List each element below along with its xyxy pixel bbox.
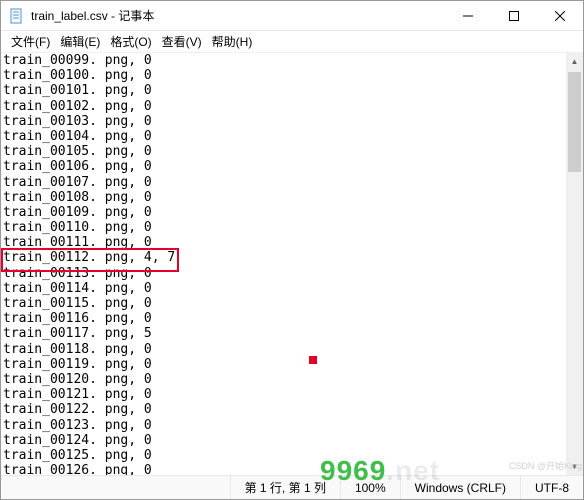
menu-help[interactable]: 帮助(H): [208, 31, 257, 52]
status-position: 第 1 行, 第 1 列: [230, 476, 340, 499]
scroll-thumb[interactable]: [568, 72, 581, 172]
scroll-down-button[interactable]: ▼: [566, 458, 583, 475]
titlebar-left: train_label.csv - 记事本: [1, 7, 445, 24]
text-line: train_00117. png, 5: [3, 326, 564, 341]
text-line: train_00103. png, 0: [3, 114, 564, 129]
text-area[interactable]: train_00099. png, 0train_00100. png, 0tr…: [1, 53, 566, 475]
titlebar: train_label.csv - 记事本: [1, 1, 583, 31]
text-line: train_00106. png, 0: [3, 159, 564, 174]
menu-view[interactable]: 查看(V): [158, 31, 206, 52]
text-line: train_00110. png, 0: [3, 220, 564, 235]
minimize-button[interactable]: [445, 1, 491, 30]
text-line: train_00115. png, 0: [3, 296, 564, 311]
notepad-icon: [9, 8, 25, 24]
text-line: train_00105. png, 0: [3, 144, 564, 159]
text-line: train_00126. png, 0: [3, 463, 564, 475]
text-line: train_00109. png, 0: [3, 205, 564, 220]
text-line: train_00112. png, 4, 7: [3, 250, 564, 265]
text-line: train_00099. png, 0: [3, 53, 564, 68]
status-encoding: UTF-8: [520, 476, 583, 499]
menu-file[interactable]: 文件(F): [7, 31, 54, 52]
window-controls: [445, 1, 583, 30]
status-zoom: 100%: [340, 476, 400, 499]
status-lineending: Windows (CRLF): [400, 476, 520, 499]
text-line: train_00123. png, 0: [3, 418, 564, 433]
text-line: train_00108. png, 0: [3, 190, 564, 205]
menu-edit[interactable]: 编辑(E): [56, 31, 104, 52]
text-line: train_00101. png, 0: [3, 83, 564, 98]
scroll-up-button[interactable]: ▲: [566, 53, 583, 70]
text-line: train_00119. png, 0: [3, 357, 564, 372]
vertical-scrollbar[interactable]: ▲ ▼: [566, 53, 583, 475]
text-line: train_00116. png, 0: [3, 311, 564, 326]
text-line: train_00118. png, 0: [3, 342, 564, 357]
content-wrap: train_00099. png, 0train_00100. png, 0tr…: [1, 53, 583, 475]
close-button[interactable]: [537, 1, 583, 30]
text-line: train_00114. png, 0: [3, 281, 564, 296]
text-line: train_00124. png, 0: [3, 433, 564, 448]
notepad-window: train_label.csv - 记事本 文件(F) 编辑(E) 格式(O) …: [0, 0, 584, 500]
text-line: train_00122. png, 0: [3, 402, 564, 417]
menu-format[interactable]: 格式(O): [106, 31, 155, 52]
text-line: train_00111. png, 0: [3, 235, 564, 250]
text-line: train_00125. png, 0: [3, 448, 564, 463]
text-line: train_00120. png, 0: [3, 372, 564, 387]
text-line: train_00102. png, 0: [3, 99, 564, 114]
text-line: train_00107. png, 0: [3, 175, 564, 190]
text-line: train_00100. png, 0: [3, 68, 564, 83]
statusbar: 第 1 行, 第 1 列 100% Windows (CRLF) UTF-8: [1, 475, 583, 499]
window-title: train_label.csv - 记事本: [31, 7, 154, 24]
scroll-track[interactable]: [566, 70, 583, 458]
menubar: 文件(F) 编辑(E) 格式(O) 查看(V) 帮助(H): [1, 31, 583, 53]
maximize-button[interactable]: [491, 1, 537, 30]
text-line: train_00113. png, 0: [3, 266, 564, 281]
text-line: train_00121. png, 0: [3, 387, 564, 402]
text-line: train_00104. png, 0: [3, 129, 564, 144]
